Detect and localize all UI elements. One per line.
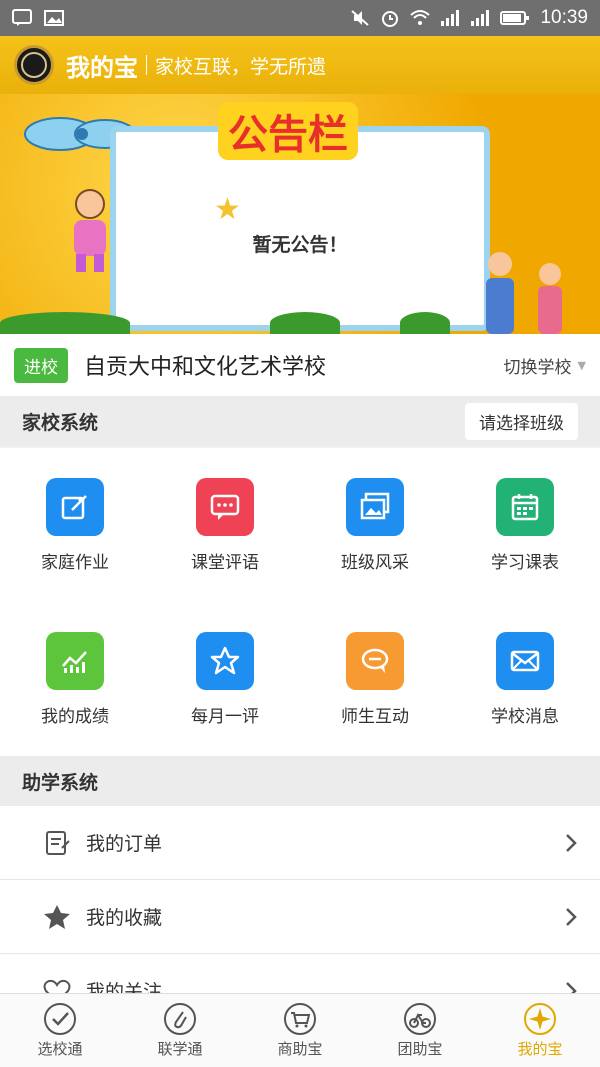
app-logo (14, 45, 54, 85)
school-row: 进校 自贡大中和文化艺术学校 切换学校 ▼ (0, 334, 600, 396)
school-name: 自贡大中和文化艺术学校 (84, 355, 327, 380)
sparkle-icon (524, 1003, 556, 1035)
nav-item-school-select[interactable]: 选校通 (0, 994, 120, 1067)
nav-label: 商助宝 (277, 1040, 323, 1058)
mail-icon (510, 650, 540, 672)
grass-decoration-2 (270, 312, 340, 334)
grass-decoration (0, 312, 130, 334)
nav-item-group[interactable]: 团助宝 (360, 994, 480, 1067)
grid-item-gallery[interactable]: 班级风采 (300, 448, 450, 602)
grid-label: 家庭作业 (41, 553, 109, 573)
star-icon (210, 646, 240, 675)
chevron-right-icon (566, 833, 577, 852)
list-item-orders[interactable]: 我的订单 (0, 806, 600, 880)
app-slogan: 家校互联，学无所遗 (155, 55, 327, 78)
home-school-header: 家校系统 请选择班级 (0, 396, 600, 446)
mute-icon (351, 10, 370, 26)
nav-item-mine[interactable]: 我的宝 (480, 994, 600, 1067)
list-item-label: 我的收藏 (86, 907, 163, 929)
cart-icon (284, 1003, 316, 1035)
nav-item-shop[interactable]: 商助宝 (240, 994, 360, 1067)
nav-item-study-link[interactable]: 联学通 (120, 994, 240, 1067)
alarm-icon (382, 11, 399, 27)
nav-label: 我的宝 (517, 1040, 563, 1058)
grid-label: 课堂评语 (191, 553, 259, 573)
tile-monthly-review (196, 632, 254, 690)
paperclip-icon (164, 1003, 196, 1035)
favorite-star-icon (44, 904, 70, 929)
grid-label: 师生互动 (341, 707, 409, 727)
grid-item-scores[interactable]: 我的成绩 (0, 602, 150, 756)
homework-icon (61, 495, 87, 520)
message-icon (12, 9, 32, 26)
tile-scores (46, 632, 104, 690)
nav-label: 联学通 (157, 1040, 203, 1058)
study-header: 助学系统 (0, 756, 600, 806)
list-item-favorites[interactable]: 我的收藏 (0, 880, 600, 954)
tile-schedule (496, 478, 554, 536)
switch-school-button[interactable]: 切换学校 ▼ (504, 353, 586, 378)
list-item-label: 我的订单 (86, 833, 163, 855)
chevron-right-icon (566, 907, 577, 926)
star-icon: ★ (214, 192, 241, 227)
battery-icon (500, 11, 530, 25)
grid-item-messages[interactable]: 学校消息 (450, 602, 600, 756)
chat-icon (361, 648, 389, 673)
signal-icon (441, 10, 460, 26)
grass-decoration-3 (400, 312, 450, 334)
caret-down-icon: ▼ (577, 358, 586, 372)
tile-comment (196, 478, 254, 536)
grid-label: 班级风采 (341, 553, 409, 573)
nav-label: 团助宝 (397, 1040, 443, 1058)
nav-label: 选校通 (37, 1040, 83, 1058)
feature-grid: 家庭作业 课堂评语 班级风采 学习课表 我的成绩 每月一评 师生互动 学校消息 (0, 448, 600, 756)
banner-title: 公告栏 (218, 102, 358, 160)
study-heading: 助学系统 (22, 771, 99, 794)
signal-icon-2 (471, 10, 490, 26)
cartoon-family-icon (486, 252, 562, 334)
grid-label: 我的成绩 (41, 707, 109, 727)
switch-school-label: 切换学校 (503, 357, 572, 378)
chart-icon (62, 651, 87, 673)
wifi-icon (410, 10, 431, 25)
announcement-banner[interactable]: 公告栏 ★ 暂无公告！ (0, 94, 600, 334)
grid-label: 每月一评 (191, 707, 259, 727)
bicycle-icon (404, 1003, 436, 1035)
grid-item-monthly-review[interactable]: 每月一评 (150, 602, 300, 756)
cartoon-child-icon (74, 189, 106, 272)
gallery-icon (360, 492, 390, 520)
grid-item-interaction[interactable]: 师生互动 (300, 602, 450, 756)
tile-messages (496, 632, 554, 690)
school-tag[interactable]: 进校 (14, 347, 68, 383)
calendar-icon (511, 494, 539, 521)
tile-gallery (346, 478, 404, 536)
tile-homework (46, 478, 104, 536)
status-time: 10:39 (540, 7, 588, 28)
grid-item-schedule[interactable]: 学习课表 (450, 448, 600, 602)
image-icon (44, 10, 64, 26)
grid-item-comment[interactable]: 课堂评语 (150, 448, 300, 602)
grid-label: 学校消息 (491, 707, 559, 727)
app-header: 我的宝 家校互联，学无所遗 (0, 36, 600, 94)
grid-label: 学习课表 (491, 553, 559, 573)
status-bar: 10:39 (0, 0, 600, 36)
tile-interaction (346, 632, 404, 690)
check-circle-icon (44, 1003, 76, 1035)
comment-icon (210, 494, 240, 520)
grid-item-homework[interactable]: 家庭作业 (0, 448, 150, 602)
order-icon (46, 830, 70, 855)
class-select-button[interactable]: 请选择班级 (465, 402, 578, 440)
app-title: 我的宝 (66, 53, 138, 82)
bottom-nav: 选校通 联学通 商助宝 团助宝 我的宝 (0, 993, 600, 1067)
home-school-heading: 家校系统 (22, 411, 99, 434)
title-divider (146, 55, 147, 75)
